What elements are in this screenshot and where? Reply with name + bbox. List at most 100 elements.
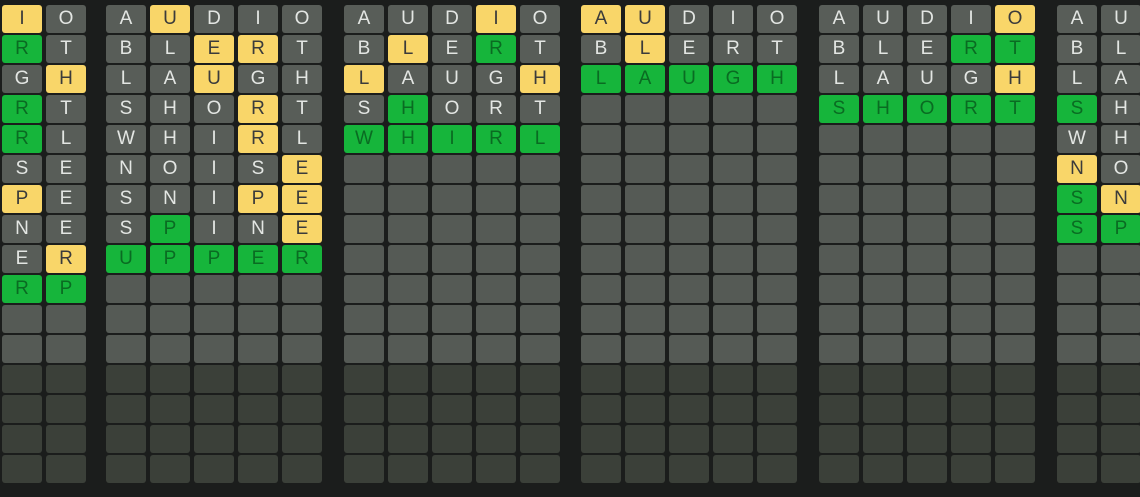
letter-tile: I <box>238 5 278 33</box>
empty-tile <box>757 395 797 423</box>
letter-tile: H <box>46 65 86 93</box>
letter-tile: U <box>669 65 709 93</box>
letter-tile: H <box>1101 125 1140 153</box>
empty-tile <box>476 305 516 333</box>
letter-tile: I <box>713 5 753 33</box>
letter-tile: W <box>344 125 384 153</box>
letter-tile: O <box>282 5 322 33</box>
letter-tile: P <box>194 245 234 273</box>
empty-tile <box>581 125 621 153</box>
empty-tile <box>863 215 903 243</box>
letter-tile: P <box>238 185 278 213</box>
letter-tile: L <box>344 65 384 93</box>
empty-tile <box>669 335 709 363</box>
empty-tile <box>46 395 86 423</box>
empty-tile <box>863 305 903 333</box>
letter-tile: H <box>757 65 797 93</box>
empty-tile <box>713 365 753 393</box>
empty-tile <box>995 275 1035 303</box>
empty-tile <box>432 305 472 333</box>
empty-tile <box>757 215 797 243</box>
letter-tile: T <box>520 95 560 123</box>
letter-tile: R <box>476 125 516 153</box>
letter-tile: G <box>951 65 991 93</box>
letter-tile: P <box>150 215 190 243</box>
empty-tile <box>907 455 947 483</box>
empty-tile <box>1101 275 1140 303</box>
empty-tile <box>520 275 560 303</box>
empty-tile <box>106 335 146 363</box>
empty-tile <box>194 335 234 363</box>
empty-tile <box>476 185 516 213</box>
empty-tile <box>150 335 190 363</box>
empty-tile <box>863 455 903 483</box>
letter-tile: R <box>2 95 42 123</box>
empty-tile <box>625 95 665 123</box>
board-4: AUDIOBLERTLAUGH <box>581 5 797 483</box>
letter-tile: L <box>150 35 190 63</box>
empty-tile <box>581 365 621 393</box>
letter-tile: O <box>995 5 1035 33</box>
letter-tile: R <box>476 35 516 63</box>
empty-tile <box>476 365 516 393</box>
empty-tile <box>282 335 322 363</box>
letter-tile: S <box>1057 215 1097 243</box>
empty-tile <box>194 425 234 453</box>
empty-tile <box>344 455 384 483</box>
letter-tile: D <box>669 5 709 33</box>
empty-tile <box>520 335 560 363</box>
empty-tile <box>757 335 797 363</box>
letter-tile: T <box>995 95 1035 123</box>
empty-tile <box>238 365 278 393</box>
empty-tile <box>106 365 146 393</box>
empty-tile <box>713 245 753 273</box>
letter-tile: U <box>863 5 903 33</box>
empty-tile <box>432 425 472 453</box>
empty-tile <box>819 275 859 303</box>
empty-tile <box>951 185 991 213</box>
empty-tile <box>757 455 797 483</box>
letter-tile: H <box>863 95 903 123</box>
letter-tile: O <box>520 5 560 33</box>
empty-tile <box>150 425 190 453</box>
empty-tile <box>432 155 472 183</box>
empty-tile <box>819 425 859 453</box>
letter-tile: U <box>625 5 665 33</box>
letter-tile: L <box>282 125 322 153</box>
empty-tile <box>581 275 621 303</box>
empty-tile <box>1101 305 1140 333</box>
empty-tile <box>669 245 709 273</box>
empty-tile <box>388 185 428 213</box>
letter-tile: O <box>432 95 472 123</box>
empty-tile <box>581 305 621 333</box>
empty-tile <box>1057 425 1097 453</box>
empty-tile <box>951 305 991 333</box>
letter-tile: A <box>819 5 859 33</box>
letter-tile: R <box>476 95 516 123</box>
empty-tile <box>282 365 322 393</box>
letter-tile: G <box>476 65 516 93</box>
empty-tile <box>150 275 190 303</box>
empty-tile <box>194 455 234 483</box>
letter-tile: L <box>520 125 560 153</box>
empty-tile <box>520 245 560 273</box>
empty-tile <box>476 455 516 483</box>
letter-tile: E <box>46 155 86 183</box>
letter-tile: L <box>388 35 428 63</box>
letter-tile: S <box>106 215 146 243</box>
empty-tile <box>432 335 472 363</box>
empty-tile <box>907 125 947 153</box>
letter-tile: A <box>1057 5 1097 33</box>
letter-tile: N <box>150 185 190 213</box>
empty-tile <box>669 455 709 483</box>
empty-tile <box>863 155 903 183</box>
empty-tile <box>1101 365 1140 393</box>
empty-tile <box>713 335 753 363</box>
letter-tile: T <box>757 35 797 63</box>
empty-tile <box>907 275 947 303</box>
board-5: AUDIOBLERTLAUGHSHORT <box>819 5 1035 483</box>
empty-tile <box>995 245 1035 273</box>
empty-tile <box>238 275 278 303</box>
empty-tile <box>282 305 322 333</box>
empty-tile <box>995 125 1035 153</box>
